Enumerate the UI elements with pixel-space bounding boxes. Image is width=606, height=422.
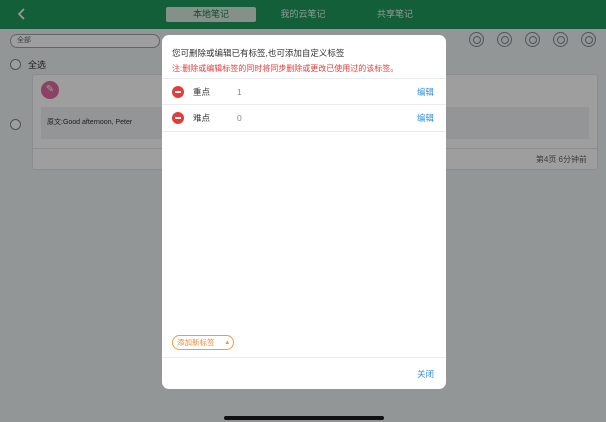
tag-row: 难点 0 编辑: [162, 105, 446, 132]
add-tag-label: 添加新标签: [177, 338, 215, 347]
tag-name: 重点: [193, 87, 211, 97]
tag-count: 0: [237, 113, 242, 123]
tag-count: 1: [237, 87, 242, 97]
edit-tag-button[interactable]: 编辑: [417, 112, 434, 124]
remove-tag-icon[interactable]: [172, 112, 184, 124]
remove-tag-icon[interactable]: [172, 86, 184, 98]
edit-tag-button[interactable]: 编辑: [417, 86, 434, 98]
add-tag-button[interactable]: 添加新标签 ▴: [172, 335, 234, 350]
modal-divider: [162, 357, 446, 358]
chevron-up-icon: ▴: [225, 339, 229, 346]
home-indicator: [224, 416, 384, 420]
tag-row: 重点 1 编辑: [162, 78, 446, 105]
close-button[interactable]: 关闭: [417, 368, 434, 380]
tag-name: 难点: [193, 113, 211, 123]
tag-manager-modal: 您可删除或编辑已有标签,也可添加自定义标签 注:删除或编辑标签的同时将同步删除或…: [162, 35, 446, 389]
modal-warning: 注:删除或编辑标签的同时将同步删除或更改已使用过的该标签。: [172, 64, 399, 73]
modal-title: 您可删除或编辑已有标签,也可添加自定义标签: [172, 48, 345, 58]
